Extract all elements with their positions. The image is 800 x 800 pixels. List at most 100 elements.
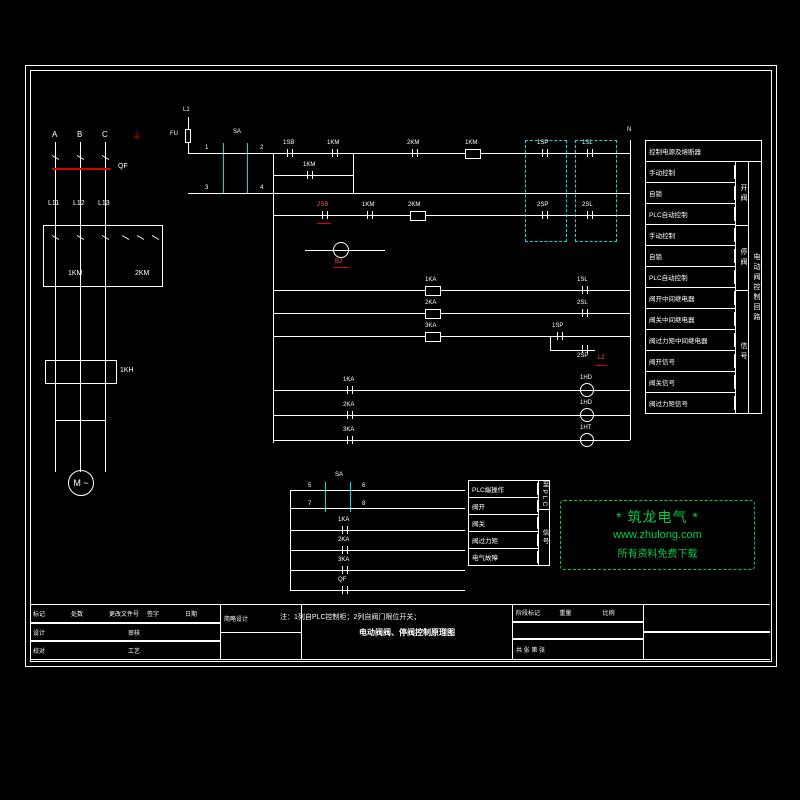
motor-power-circuit: A B C ⏚ QF L11 L12 L13 1KM 2KM 1KH M ~ bbox=[40, 130, 170, 510]
plc-n5: 5 bbox=[308, 483, 311, 489]
watermark-box: * 筑龙电气 * www.zhulong.com 所有资料免费下载 bbox=[560, 500, 755, 570]
sa-label: SA bbox=[233, 129, 241, 135]
node-1: 1 bbox=[205, 145, 208, 151]
tb-rev-3: 签字 bbox=[144, 605, 182, 623]
node-2: 2 bbox=[260, 145, 263, 151]
plc-row-1: 阀开 bbox=[469, 500, 538, 512]
drawing-title: 电动阀阀、停阀控制原理图 bbox=[302, 605, 512, 660]
r7-1sp: 1SP bbox=[552, 323, 563, 329]
desc-row-6: 阀开中间继电器 bbox=[646, 291, 735, 305]
r6-2ka: 2KA bbox=[425, 300, 436, 306]
N-label: N bbox=[627, 127, 631, 133]
r9-2ka: 2KA bbox=[343, 402, 354, 408]
side-close: 停阀 bbox=[736, 226, 748, 290]
r10-1ht: 1HT bbox=[580, 425, 591, 431]
desc-row-8: 阀过力矩中间继电器 bbox=[646, 333, 735, 347]
motor-symbol: M ~ bbox=[68, 470, 94, 496]
plc-row-0: PLC端操作 bbox=[469, 483, 538, 495]
r3-2sp: 2SP bbox=[537, 202, 548, 208]
tb-stage: 阶段标记 bbox=[513, 605, 556, 622]
tb-role-2: 审核 bbox=[125, 624, 173, 642]
r10-3ka: 3KA bbox=[343, 427, 354, 433]
r3-2sl: 2SL bbox=[582, 202, 593, 208]
plc-3ka: 3KA bbox=[338, 557, 349, 563]
plc-n6: 6 bbox=[362, 483, 365, 489]
r8-1hd: 1HD bbox=[580, 375, 592, 381]
side-signal: 信号 bbox=[736, 291, 748, 414]
desc-row-3: 手动控制 bbox=[646, 228, 735, 242]
title-block: 标记 处数 更改文件号 签字 日期 设计 审核 校对 工艺 简略设计 bbox=[30, 604, 770, 660]
plc-qf: QF bbox=[338, 577, 346, 583]
r1-2km: 2KM bbox=[407, 140, 419, 146]
km2-label: 2KM bbox=[135, 270, 149, 277]
plc-row-4: 电气故障 bbox=[469, 551, 538, 563]
r7-2sp: 2SP bbox=[577, 353, 588, 359]
watermark-tagline: 所有资料免费下载 bbox=[561, 545, 754, 560]
plc-n8: 8 bbox=[362, 501, 365, 507]
fuse-icon bbox=[185, 129, 191, 143]
plc-sa: SA bbox=[335, 472, 343, 478]
L13-label: L13 bbox=[98, 200, 110, 207]
r2-1km: 1KM bbox=[303, 162, 315, 168]
watermark-brand: * 筑龙电气 * bbox=[561, 507, 754, 527]
r5-1ka: 1KA bbox=[425, 277, 436, 283]
phase-c-label: C bbox=[102, 130, 108, 139]
r1-1km: 1KM bbox=[327, 140, 339, 146]
r1-1sb: 1SB bbox=[283, 140, 294, 146]
tb-role-3: 工艺 bbox=[125, 642, 173, 660]
node-3: 3 bbox=[205, 185, 208, 191]
breaker-label: QF bbox=[118, 163, 128, 170]
control-schematic: L1 FU N SA 1 2 1SB 1KM 2KM 1KM 1SP 1SL bbox=[185, 115, 635, 535]
tb-rev-4: 日期 bbox=[182, 605, 220, 623]
tb-weight: 重量 bbox=[556, 605, 599, 622]
tb-role-0: 设计 bbox=[30, 624, 78, 642]
phase-b-label: B bbox=[77, 130, 82, 139]
r3-2sb: 2SB bbox=[317, 202, 328, 208]
L2-label: L2 bbox=[598, 355, 605, 361]
L1-label: L1 bbox=[183, 107, 190, 113]
r6-2sl: 2SL bbox=[577, 300, 588, 306]
side-outer: 电动阀控制回路 bbox=[748, 162, 761, 413]
plc-side-0: 至PLC bbox=[539, 481, 549, 510]
r5-1sl: 1SL bbox=[577, 277, 588, 283]
tb-sheet: 共 张 第 张 bbox=[513, 640, 643, 660]
ground-icon: ⏚ bbox=[132, 127, 142, 142]
tb-rev-2: 更改文件号 bbox=[106, 605, 144, 623]
description-table: 控制电源及熔断器 手动控制 自锁 PLC自动控制 手动控制 自锁 PLC自动控制… bbox=[645, 140, 762, 414]
tb-scale: 比例 bbox=[600, 605, 643, 622]
plc-2ka: 2KA bbox=[338, 537, 349, 543]
tb-project: 简略设计 bbox=[221, 605, 301, 633]
plc-1ka: 1KA bbox=[338, 517, 349, 523]
r3-1km: 1KM bbox=[362, 202, 374, 208]
phase-a-label: A bbox=[52, 130, 57, 139]
desc-row-11: 阀过力矩信号 bbox=[646, 396, 735, 410]
desc-row-4: 自锁 bbox=[646, 249, 735, 263]
desc-row-10: 阀关信号 bbox=[646, 375, 735, 389]
plc-side-1: 信号 bbox=[539, 510, 549, 565]
bj-label: BJ bbox=[335, 259, 342, 265]
L12-label: L12 bbox=[73, 200, 85, 207]
r9-1hd: 1HD bbox=[580, 400, 592, 406]
r3-2km: 2KM bbox=[408, 202, 420, 208]
desc-row-5: PLC自动控制 bbox=[646, 270, 735, 284]
plc-row-2: 阀关 bbox=[469, 517, 538, 529]
plc-n7: 7 bbox=[308, 501, 311, 507]
side-open: 开阀 bbox=[736, 162, 748, 226]
tb-rev-1: 处数 bbox=[68, 605, 106, 623]
desc-row-7: 阀关中间继电器 bbox=[646, 312, 735, 326]
desc-row-9: 阀开信号 bbox=[646, 354, 735, 368]
plc-signal-block: SA 5 6 7 8 1KA 2KA 3KA QF PLC端操作 阀开 阀关 阀 bbox=[280, 480, 550, 610]
L11-label: L11 bbox=[48, 200, 59, 207]
motor-text: M ~ bbox=[73, 478, 88, 488]
desc-header: 控制电源及熔断器 bbox=[646, 144, 761, 158]
r8-1ka: 1KA bbox=[343, 377, 354, 383]
watermark-url: www.zhulong.com bbox=[561, 529, 754, 541]
desc-row-0: 手动控制 bbox=[646, 165, 735, 179]
tb-rev-0: 标记 bbox=[30, 605, 68, 623]
desc-row-1: 自锁 bbox=[646, 186, 735, 200]
r7-3ka: 3KA bbox=[425, 323, 436, 329]
plc-row-3: 阀过力矩 bbox=[469, 534, 538, 546]
km1-label: 1KM bbox=[68, 270, 82, 277]
fuse-label: FU bbox=[170, 131, 178, 137]
kh-label: 1KH bbox=[120, 367, 134, 374]
